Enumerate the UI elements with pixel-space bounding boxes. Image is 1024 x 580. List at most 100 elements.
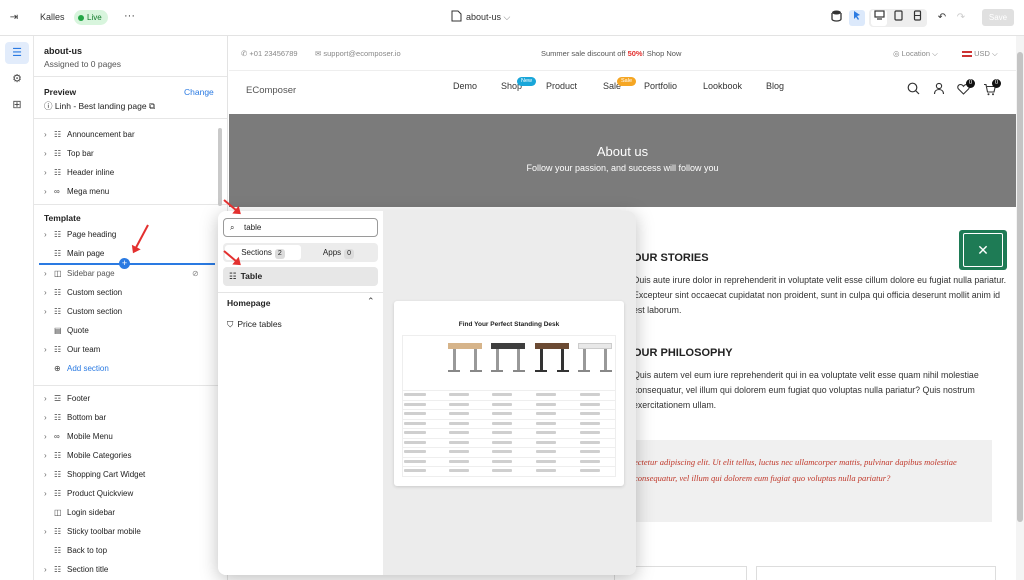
section-sticky-toolbar-mobile[interactable]: › ☷ Sticky toolbar mobile: [44, 523, 141, 541]
gear-icon[interactable]: ⚙: [5, 68, 29, 90]
thumb-cell: [536, 412, 556, 415]
section-header-inline[interactable]: › ☷ Header inline: [44, 164, 114, 182]
desktop-icon[interactable]: [871, 10, 887, 26]
chevron-right-icon[interactable]: ›: [44, 145, 54, 163]
nav-lookbook[interactable]: Lookbook: [703, 81, 742, 91]
user-icon[interactable]: [933, 82, 945, 97]
thumb-cell: [404, 431, 426, 434]
chevron-right-icon[interactable]: ›: [44, 126, 54, 144]
result-price-tables[interactable]: ⛉ Price tables: [227, 319, 282, 330]
undo-icon[interactable]: ↶: [934, 10, 950, 26]
layers-icon[interactable]: ☰: [5, 42, 29, 64]
sidebar-scrollbar[interactable]: [218, 128, 222, 206]
thumb-cell: [449, 393, 469, 396]
section-footer[interactable]: › ☲ Footer: [44, 390, 90, 408]
chevron-right-icon[interactable]: ›: [44, 561, 54, 579]
select-icon[interactable]: [849, 10, 865, 26]
currency-selector[interactable]: USD ⌵: [962, 49, 998, 59]
save-button[interactable]: Save: [982, 9, 1014, 26]
chevron-right-icon[interactable]: ›: [44, 466, 54, 484]
section-label: Shopping Cart Widget: [67, 470, 146, 479]
thumb-cell: [580, 469, 600, 472]
section-top-bar[interactable]: › ☷ Top bar: [44, 145, 94, 163]
change-preview-link[interactable]: Change: [184, 87, 214, 97]
apps-icon[interactable]: ⊞: [5, 94, 29, 116]
mobile-icon[interactable]: [909, 10, 925, 26]
eye-hidden-icon[interactable]: ⊘: [192, 269, 199, 278]
tablet-icon[interactable]: [890, 10, 906, 26]
tab-apps[interactable]: Apps 0: [301, 245, 376, 260]
chevron-right-icon[interactable]: ›: [44, 164, 54, 182]
chevron-right-icon[interactable]: ›: [44, 226, 54, 244]
nav-product[interactable]: Product: [546, 81, 577, 91]
page-name-dropdown[interactable]: about-us ⌵: [466, 12, 510, 23]
section-icon: ☷: [54, 249, 62, 258]
chevron-right-icon[interactable]: ›: [44, 303, 54, 321]
chevron-right-icon[interactable]: ›: [44, 447, 54, 465]
section-announcement-bar[interactable]: › ☷ Announcement bar: [44, 126, 135, 144]
section-bottom-bar[interactable]: › ☷ Bottom bar: [44, 409, 106, 427]
chevron-up-icon[interactable]: ⌃: [367, 296, 375, 307]
chevron-right-icon[interactable]: ›: [44, 485, 54, 503]
nav-blog[interactable]: Blog: [766, 81, 784, 91]
redo-icon[interactable]: ↷: [953, 10, 969, 26]
section-mega-menu[interactable]: › ∞ Mega menu: [44, 183, 109, 201]
chevron-right-icon[interactable]: ›: [44, 284, 54, 302]
section-custom-section[interactable]: › ☷ Custom section: [44, 303, 122, 321]
chevron-right-icon[interactable]: ›: [44, 390, 54, 408]
exit-icon[interactable]: ⇥: [6, 10, 22, 26]
section-icon: ☷: [54, 288, 62, 297]
section-page-heading[interactable]: › ☷ Page heading: [44, 226, 116, 244]
section-mobile-categories[interactable]: › ☷ Mobile Categories: [44, 447, 131, 465]
chevron-right-icon[interactable]: ›: [44, 523, 54, 541]
section-label: Mega menu: [67, 187, 110, 196]
section-label: Header inline: [67, 168, 115, 177]
section-label: Top bar: [67, 149, 94, 158]
section-search-input[interactable]: ⌕ table: [223, 218, 378, 237]
chevron-right-icon[interactable]: ›: [44, 265, 54, 283]
page-title: about-us: [44, 46, 82, 56]
section-our-team[interactable]: › ☷ Our team: [44, 341, 100, 359]
section-sidebar-page[interactable]: › ◫ Sidebar page: [44, 265, 115, 283]
external-link-icon[interactable]: ⧉: [149, 101, 155, 111]
live-dot-icon: [78, 14, 84, 21]
announcement-bar: ✆ +01 23456789 ✉ support@ecomposer.io Su…: [229, 36, 1016, 71]
database-icon[interactable]: [828, 10, 844, 26]
tools-floating-button[interactable]: ✕: [959, 230, 1007, 270]
section-label: Main page: [67, 249, 105, 258]
section-back-to-top[interactable]: ☷ Back to top: [44, 542, 107, 560]
preview-scrollbar[interactable]: [1016, 36, 1024, 580]
chevron-right-icon[interactable]: ›: [44, 409, 54, 427]
preview-scroll-thumb[interactable]: [1017, 52, 1023, 522]
promo-text[interactable]: Summer sale discount off 50%! Shop Now: [541, 49, 681, 58]
section-quote[interactable]: ▤ Quote: [44, 322, 89, 340]
thumb-cell: [492, 402, 512, 406]
section-thumbnail[interactable]: Find Your Perfect Standing Desk: [394, 301, 624, 486]
preview-value-label: Linh - Best landing page: [54, 101, 147, 111]
more-menu-button[interactable]: ···: [124, 10, 135, 22]
add-section-button[interactable]: ⊕ Add section: [44, 360, 109, 378]
store-logo[interactable]: EComposer: [246, 85, 296, 96]
nav-demo[interactable]: Demo: [453, 81, 477, 91]
section-main-page[interactable]: ☷ Main page: [44, 245, 104, 263]
section-section-title[interactable]: › ☷ Section title: [44, 561, 108, 579]
section-product-quickview[interactable]: › ☷ Product Quickview: [44, 485, 133, 503]
result-table[interactable]: ☷ Table: [223, 267, 378, 286]
section-shopping-cart-widget[interactable]: › ☷ Shopping Cart Widget: [44, 466, 145, 484]
chevron-right-icon[interactable]: ›: [44, 428, 54, 446]
insert-plus-icon[interactable]: +: [119, 258, 130, 269]
chevron-right-icon[interactable]: ›: [44, 341, 54, 359]
thumb-cell: [536, 450, 556, 453]
section-icon: ☷: [229, 271, 237, 281]
section-label: Login sidebar: [67, 508, 116, 517]
section-login-sidebar[interactable]: ◫ Login sidebar: [44, 504, 115, 522]
section-mobile-menu[interactable]: › ∞ Mobile Menu: [44, 428, 113, 446]
section-custom-section[interactable]: › ☷ Custom section: [44, 284, 122, 302]
search-icon[interactable]: [907, 82, 920, 97]
chevron-down-icon: ⌵: [503, 12, 511, 22]
thumb-cell: [492, 459, 512, 463]
chevron-right-icon[interactable]: ›: [44, 183, 54, 201]
nav-portfolio[interactable]: Portfolio: [644, 81, 677, 91]
location-selector[interactable]: ◎ Location ⌵: [893, 49, 938, 59]
group-homepage-label: Homepage: [227, 298, 271, 308]
